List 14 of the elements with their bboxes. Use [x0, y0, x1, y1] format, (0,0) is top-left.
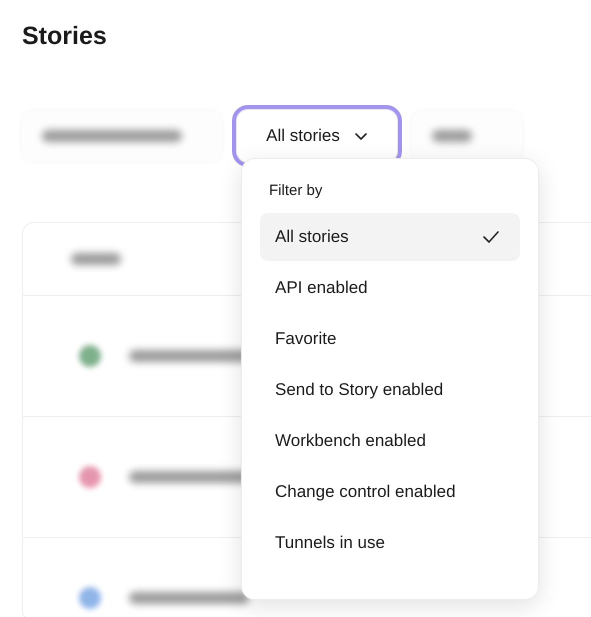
- menu-item[interactable]: Workbench enabled: [260, 417, 520, 465]
- menu-item[interactable]: API enabled: [260, 264, 520, 312]
- menu-item[interactable]: All stories: [260, 213, 520, 261]
- menu-item[interactable]: Send to Story enabled: [260, 366, 520, 414]
- menu-item[interactable]: Favorite: [260, 315, 520, 363]
- blurred-header-placeholder: [71, 253, 121, 265]
- blurred-dropdown[interactable]: [412, 111, 522, 161]
- chevron-down-icon: [354, 132, 368, 140]
- menu-item[interactable]: Tunnels in use: [260, 519, 520, 567]
- menu-heading: Filter by: [268, 181, 324, 201]
- menu-item[interactable]: Change control enabled: [260, 468, 520, 516]
- blurred-dropdown[interactable]: [22, 111, 222, 161]
- page-title: Stories: [22, 21, 108, 52]
- checkmark-icon: [482, 230, 500, 244]
